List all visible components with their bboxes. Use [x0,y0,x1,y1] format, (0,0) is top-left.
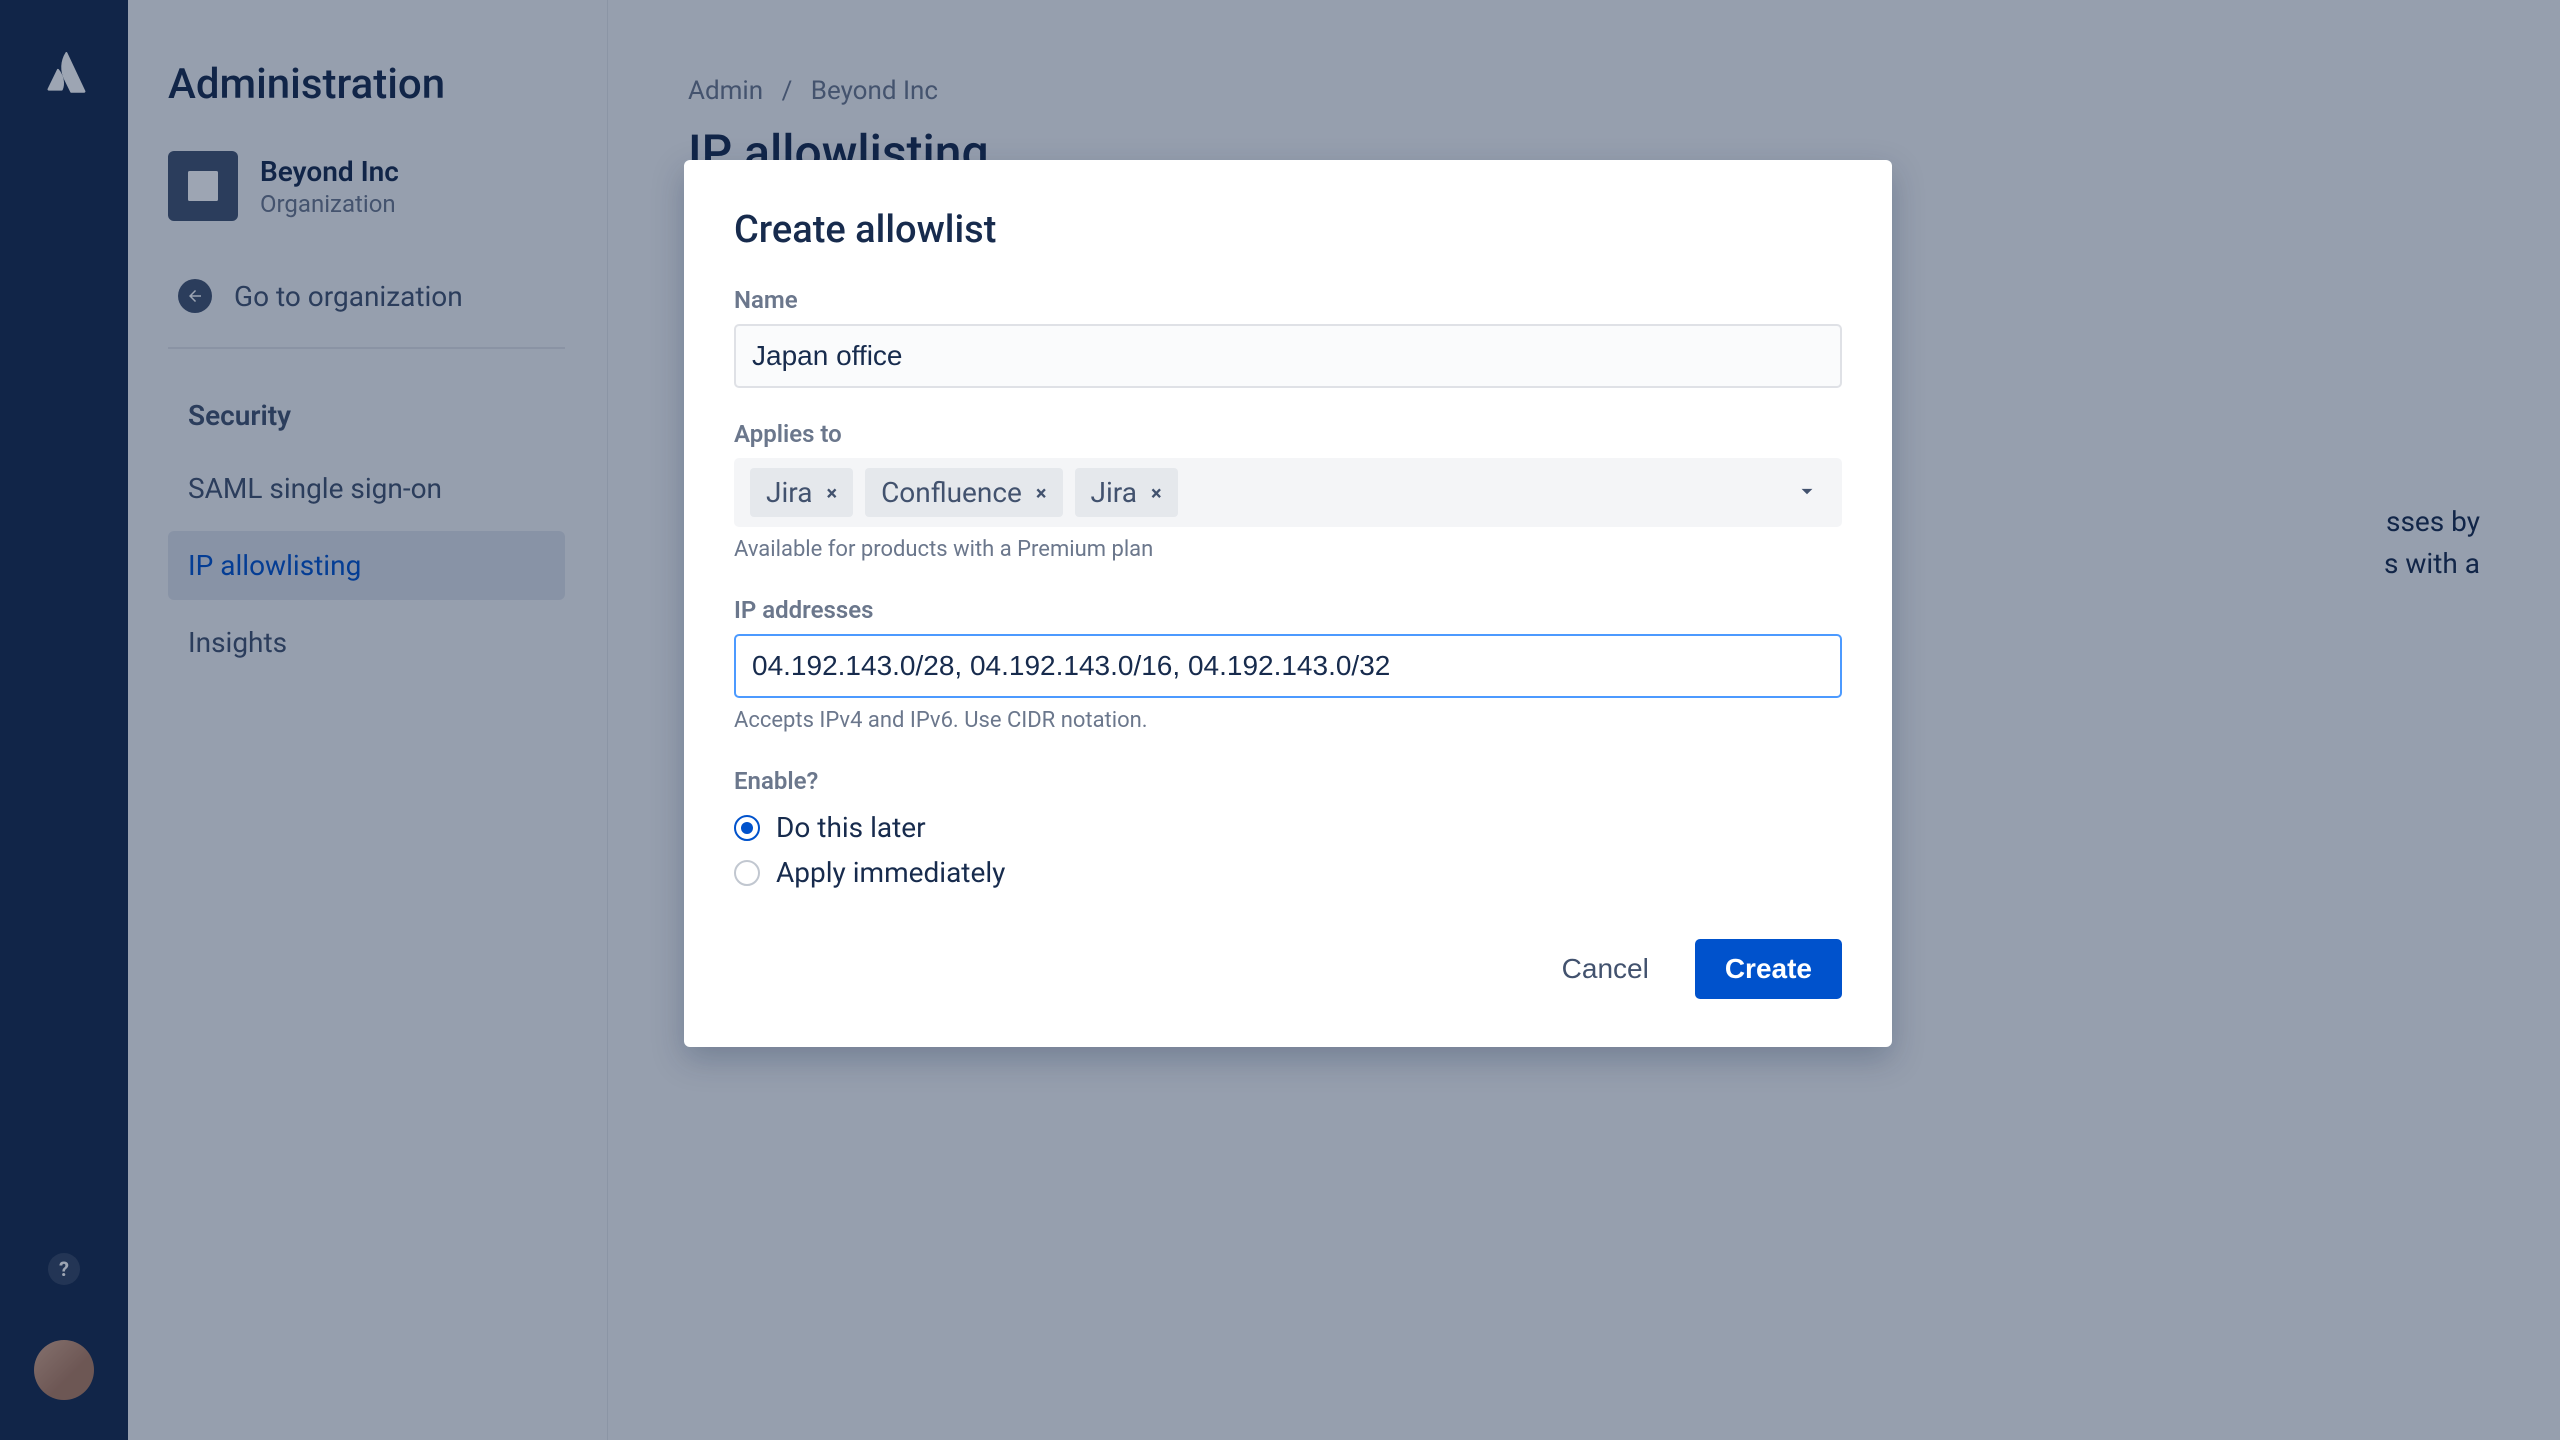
applies-to-help: Available for products with a Premium pl… [734,537,1842,562]
create-button[interactable]: Create [1695,939,1842,999]
tag-remove-icon[interactable]: × [1147,481,1166,505]
ip-label: IP addresses [734,596,1842,624]
ip-addresses-input[interactable] [734,634,1842,698]
radio-label: Do this later [776,811,926,844]
radio-do-this-later[interactable]: Do this later [734,805,1842,850]
name-input[interactable] [734,324,1842,388]
name-label: Name [734,286,1842,314]
tag-label: Jira [766,476,812,509]
tag-jira-1: Jira × [750,468,853,517]
tag-label: Jira [1091,476,1137,509]
tag-label: Confluence [881,476,1022,509]
modal-footer: Cancel Create [734,939,1842,999]
chevron-down-icon[interactable] [1794,478,1820,508]
create-allowlist-modal: Create allowlist Name Applies to Jira × … [684,160,1892,1047]
applies-to-label: Applies to [734,420,1842,448]
tag-remove-icon[interactable]: × [822,481,841,505]
cancel-button[interactable]: Cancel [1546,941,1665,997]
ip-help: Accepts IPv4 and IPv6. Use CIDR notation… [734,708,1842,733]
radio-icon [734,815,760,841]
modal-title: Create allowlist [734,208,1842,252]
tag-confluence: Confluence × [865,468,1062,517]
enable-label: Enable? [734,767,1842,795]
radio-icon [734,860,760,886]
radio-label: Apply immediately [776,856,1005,889]
applies-to-select[interactable]: Jira × Confluence × Jira × [734,458,1842,527]
radio-apply-immediately[interactable]: Apply immediately [734,850,1842,895]
tag-remove-icon[interactable]: × [1032,481,1051,505]
tag-jira-2: Jira × [1075,468,1178,517]
